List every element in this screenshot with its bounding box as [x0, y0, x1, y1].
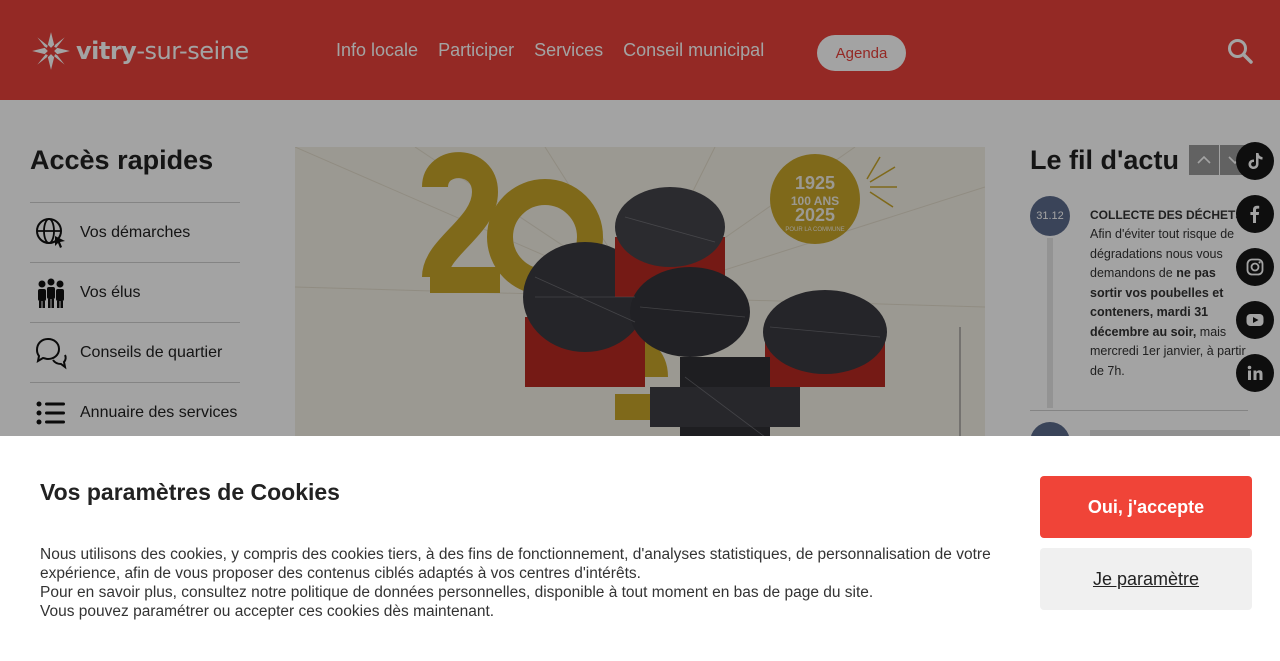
- cookie-text-line: Nous utilisons des cookies, y compris de…: [40, 546, 991, 582]
- cookie-text-line: Pour en savoir plus, consultez notre pol…: [40, 584, 874, 601]
- cookie-title: Vos paramètres de Cookies: [40, 479, 340, 505]
- accept-cookies-button[interactable]: Oui, j'accepte: [1040, 476, 1252, 538]
- cookie-text-line: Vous pouvez paramétrer ou accepter ces c…: [40, 603, 495, 620]
- cookie-banner: Vos paramètres de Cookies Nous utilisons…: [0, 436, 1280, 661]
- cookie-description: Nous utilisons des cookies, y compris de…: [40, 545, 1000, 621]
- cookie-settings-button[interactable]: Je paramètre: [1040, 548, 1252, 610]
